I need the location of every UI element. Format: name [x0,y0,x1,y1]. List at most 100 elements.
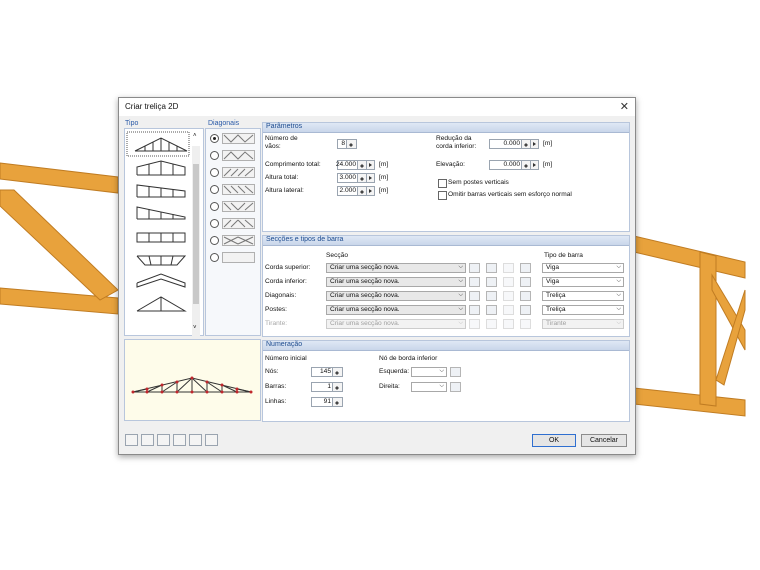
reducao-stepper[interactable]: 0.000 [489,139,539,149]
num-vaos-stepper[interactable]: 8 [337,139,357,149]
edit-section-icon[interactable] [503,263,514,273]
tipo-scrollbar[interactable] [192,146,200,339]
edit-icon[interactable] [141,434,154,446]
tipo-item-7-icon [136,273,186,288]
row-label: Tirante: [265,320,288,327]
nos-stepper[interactable]: 145 [311,367,343,377]
omitir-checkbox[interactable] [438,191,447,200]
section-combo[interactable]: Criar uma secção nova. ⌵ [326,263,466,273]
omitir-label: Omitir barras verticais sem esforço norm… [448,191,572,198]
edit-section-icon[interactable] [503,305,514,315]
elevacao-stepper[interactable]: 0.000 [489,160,539,170]
nos-label: Nós: [265,368,279,375]
diagonal-radio-8[interactable] [210,253,219,262]
sem-postes-label: Sem postes verticais [448,179,509,186]
new-section-icon[interactable] [486,305,497,315]
tipo-list[interactable]: ˄ ˅ [124,128,204,339]
spin-arrows-icon[interactable] [332,398,342,406]
section-combo[interactable]: Criar uma secção nova. ⌵ [326,305,466,315]
create-truss-dialog: Criar treliça 2D ✕ Tipo ˄ ˅ Diagonais Pa… [118,97,636,455]
barras-stepper[interactable]: 1 [311,382,343,392]
default-settings-icon[interactable] [205,434,218,446]
section-combo[interactable]: Criar uma secção nova. ⌵ [326,291,466,301]
section-library-icon[interactable] [469,319,480,329]
diagonal-radio-6[interactable] [210,219,219,228]
save-icon[interactable] [189,434,202,446]
altura-lateral-unit: [m] [379,187,389,194]
scroll-up-icon[interactable]: ˄ [193,133,197,139]
info-icon[interactable] [520,263,531,273]
truss-preview [124,339,261,421]
type-value: Treliça [546,306,566,313]
direita-combo[interactable]: ⌵ [411,382,447,392]
info-icon[interactable] [520,319,531,329]
diagonal-radio-7[interactable] [210,236,219,245]
sem-postes-checkbox[interactable] [438,179,447,188]
new-section-icon[interactable] [486,291,497,301]
type-combo[interactable]: Treliça ⌵ [542,305,624,315]
edit-section-icon[interactable] [503,277,514,287]
diagonal-radio-1[interactable] [210,134,219,143]
altura-lateral-stepper[interactable]: 2.000 [337,186,375,196]
info-icon[interactable] [520,305,531,315]
diagonal-radio-5[interactable] [210,202,219,211]
section-library-icon[interactable] [469,277,480,287]
open-folder-icon[interactable] [173,434,186,446]
new-section-icon[interactable] [486,263,497,273]
parametros-panel: Parâmetros Número de vãos: 8 Comprimento… [262,122,630,232]
info-icon[interactable] [520,277,531,287]
reducao-unit: [m] [543,140,553,147]
chevron-down-icon: ⌵ [616,264,621,270]
type-combo[interactable]: Viga ⌵ [542,263,624,273]
barras-value: 1 [327,383,331,390]
esquerda-combo[interactable]: ⌵ [411,367,447,377]
section-combo[interactable]: Criar uma secção nova. ⌵ [326,277,466,287]
pick-node-right-icon[interactable] [450,382,461,392]
ok-button[interactable]: OK [532,434,576,447]
pick-arrow-icon[interactable] [530,140,538,148]
pick-arrow-icon[interactable] [530,161,538,169]
altura-total-stepper[interactable]: 3.000 [337,173,375,183]
new-section-icon[interactable] [486,319,497,329]
chevron-down-icon: ⌵ [616,278,621,284]
new-section-icon[interactable] [486,277,497,287]
section-library-icon[interactable] [469,263,480,273]
scroll-down-icon[interactable]: ˅ [193,325,197,331]
type-combo[interactable]: Tirante ⌵ [542,319,624,329]
spin-arrows-icon[interactable] [332,368,342,376]
truss-type-icons [126,131,190,312]
esquerda-label: Esquerda: [379,368,410,375]
spin-arrows-icon[interactable] [332,383,342,391]
pick-node-left-icon[interactable] [450,367,461,377]
altura-total-value: 3.000 [339,174,356,181]
diagonal-radio-3[interactable] [210,168,219,177]
cancel-button[interactable]: Cancelar [581,434,627,447]
chevron-down-icon: ⌵ [439,383,444,389]
spin-arrows-icon[interactable] [346,140,356,148]
edit-section-icon[interactable] [503,319,514,329]
diagonal-radio-4[interactable] [210,185,219,194]
close-icon[interactable]: ✕ [620,100,629,113]
type-combo[interactable]: Treliça ⌵ [542,291,624,301]
section-library-icon[interactable] [469,305,480,315]
linhas-stepper[interactable]: 91 [311,397,343,407]
pick-arrow-icon[interactable] [366,187,374,195]
diagonal-radio-2[interactable] [210,151,219,160]
section-library-icon[interactable] [469,291,480,301]
tipo-scroll-thumb[interactable] [193,164,199,304]
info-icon[interactable] [520,291,531,301]
pick-arrow-icon[interactable] [366,174,374,182]
numero-inicial-label: Número inicial [265,355,307,362]
edit-section-icon[interactable] [503,291,514,301]
reducao-label: Redução da corda inferior: [436,135,477,150]
help-icon[interactable] [125,434,138,446]
pick-arrow-icon[interactable] [366,161,374,169]
comprimento-stepper[interactable]: 24.000 [336,160,375,170]
section-combo[interactable]: Criar uma secção nova. ⌵ [326,319,466,329]
row-label: Diagonais: [265,292,297,299]
type-combo[interactable]: Viga ⌵ [542,277,624,287]
section-value: Criar uma secção nova. [330,292,400,299]
parametros-title: Parâmetros [266,123,303,130]
table-icon[interactable] [157,434,170,446]
numeracao-title: Numeração [266,341,303,348]
